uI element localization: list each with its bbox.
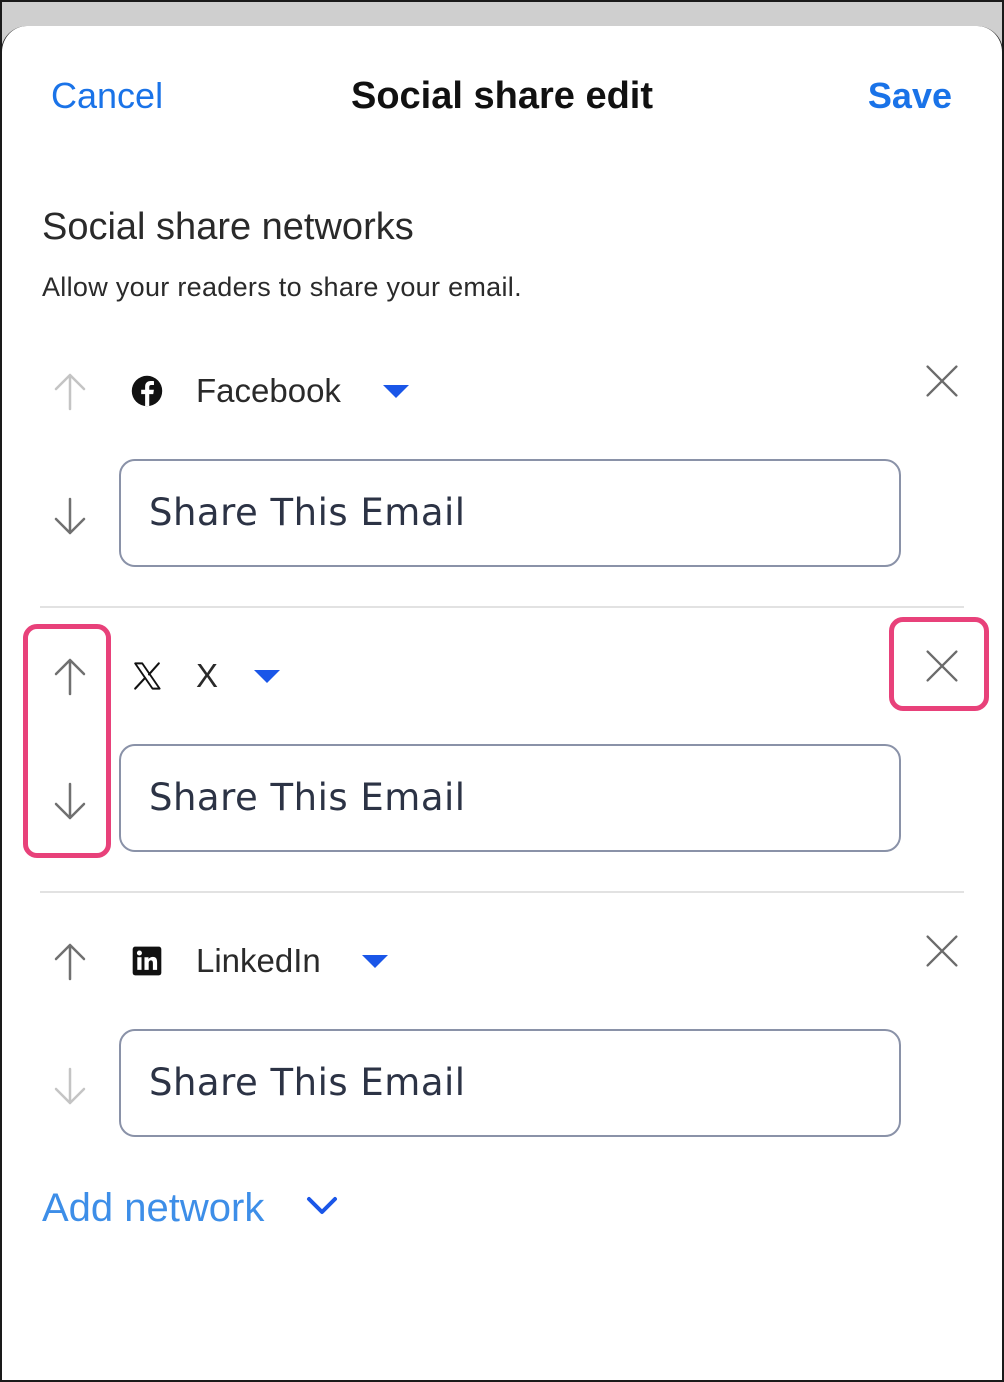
network-select-linkedin[interactable]: LinkedIn <box>196 939 321 983</box>
arrow-up-icon <box>54 943 86 981</box>
caret-down-icon[interactable] <box>254 670 280 684</box>
remove-button-highlight <box>889 617 989 711</box>
close-icon <box>926 365 958 397</box>
move-down-button-facebook[interactable] <box>48 493 92 541</box>
share-text-input-x[interactable]: Share This Email <box>119 744 901 852</box>
add-network-button[interactable]: Add network <box>42 1183 264 1233</box>
remove-linkedin-button[interactable] <box>920 929 964 973</box>
x-logo-icon <box>128 657 166 695</box>
caret-down-icon[interactable] <box>383 385 409 399</box>
facebook-icon <box>128 372 166 410</box>
arrow-up-icon <box>54 373 86 411</box>
remove-facebook-button[interactable] <box>920 359 964 403</box>
close-icon <box>926 935 958 967</box>
section-title: Social share networks <box>42 206 414 248</box>
arrow-down-icon <box>54 497 86 535</box>
share-text-input-facebook[interactable]: Share This Email <box>119 459 901 567</box>
move-up-button-linkedin[interactable] <box>48 937 92 985</box>
arrow-down-icon <box>54 1067 86 1105</box>
linkedin-icon <box>128 942 166 980</box>
share-text-input-linkedin[interactable]: Share This Email <box>119 1029 901 1137</box>
network-select-x[interactable]: X <box>196 654 218 698</box>
page-title: Social share edit <box>350 75 653 117</box>
section-description: Allow your readers to share your email. <box>42 272 522 302</box>
move-down-button-linkedin[interactable] <box>48 1063 92 1111</box>
divider <box>40 606 964 608</box>
save-button[interactable]: Save <box>868 72 952 120</box>
move-up-button-facebook[interactable] <box>48 367 92 415</box>
chevron-down-icon[interactable] <box>304 1194 340 1218</box>
caret-down-icon[interactable] <box>362 955 388 969</box>
network-select-facebook[interactable]: Facebook <box>196 369 341 413</box>
reorder-arrows-highlight <box>23 624 111 858</box>
divider <box>40 891 964 893</box>
